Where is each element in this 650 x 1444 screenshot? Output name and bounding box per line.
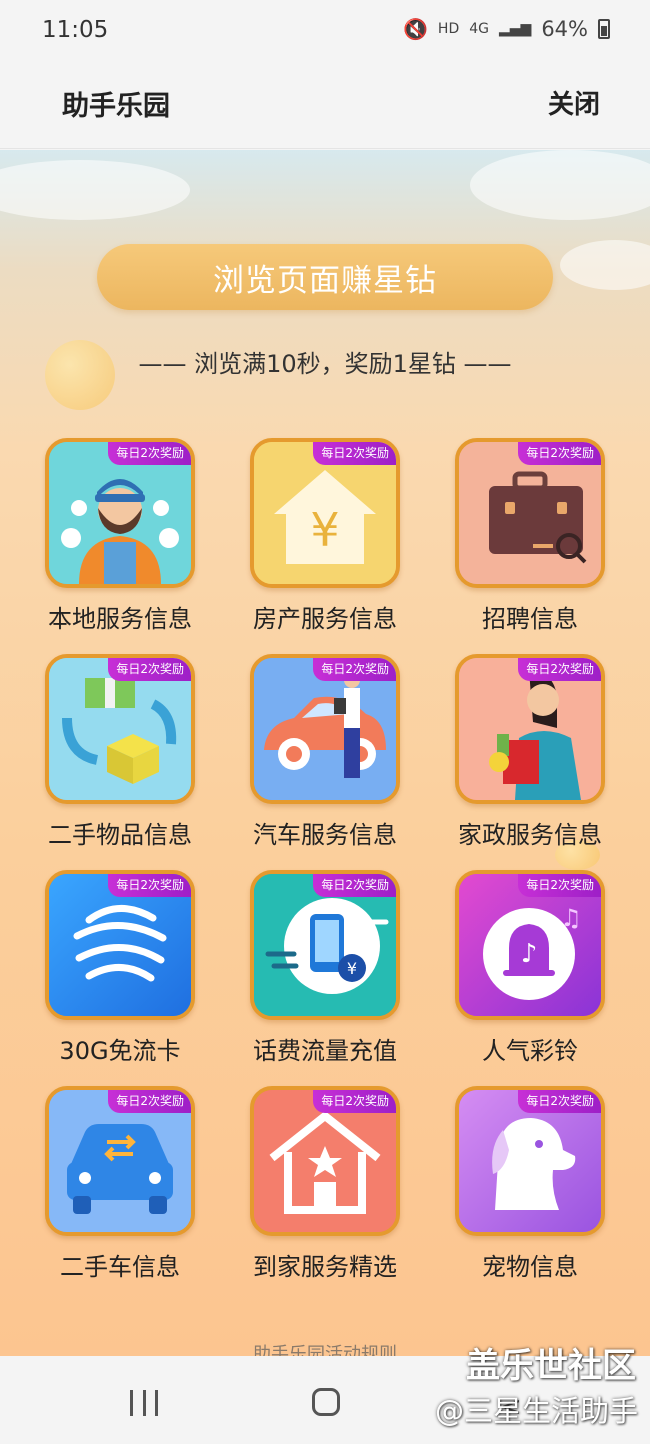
daily-reward-badge: 每日2次奖励: [518, 1090, 601, 1113]
tile-car-service[interactable]: 每日2次奖励 汽车服务信息: [225, 652, 430, 868]
tile-label: 30G免流卡: [59, 1037, 181, 1065]
status-time: 11:05: [42, 17, 109, 43]
tile-icon-frame: 每日2次奖励: [45, 438, 195, 588]
tile-label: 到家服务精选: [253, 1253, 397, 1281]
tile-home-service[interactable]: 每日2次奖励 到家服务精选: [225, 1084, 430, 1300]
reward-subtitle: —— 浏览满10秒，奖励1星钻 ——: [138, 350, 512, 378]
tile-real-estate[interactable]: ¥ 每日2次奖励 房产服务信息: [225, 436, 430, 652]
daily-reward-badge: 每日2次奖励: [108, 874, 191, 897]
cloud-decoration: [560, 240, 650, 290]
daily-reward-badge: 每日2次奖励: [108, 442, 191, 465]
tile-icon-frame: 每日2次奖励: [45, 870, 195, 1020]
network-4g-indicator: 4G: [469, 21, 489, 37]
signal-icon: ▂▄▆: [499, 21, 532, 37]
service-grid: 每日2次奖励 本地服务信息 ¥ 每日2次奖励 房产服务信息 每日2次奖励 招聘信…: [20, 436, 635, 1300]
tile-local-service[interactable]: 每日2次奖励 本地服务信息: [20, 436, 225, 652]
main-content: 浏览页面赚星钻 —— 浏览满10秒，奖励1星钻 —— 每日2次奖励 本地服务信息…: [0, 150, 650, 1356]
recent-apps-button[interactable]: [130, 1390, 158, 1416]
status-bar: 11:05 🔇 HD 4G ▂▄▆ 64%: [0, 0, 650, 62]
daily-reward-badge: 每日2次奖励: [518, 442, 601, 465]
tile-label: 二手车信息: [60, 1253, 180, 1281]
earn-stars-banner[interactable]: 浏览页面赚星钻: [97, 244, 553, 310]
tile-label: 家政服务信息: [458, 821, 602, 849]
app-header: 助手乐园 关闭: [0, 62, 650, 149]
tile-ringtone[interactable]: ♪ ♫ 每日2次奖励 人气彩铃: [430, 868, 635, 1084]
svg-text:¥: ¥: [347, 959, 357, 978]
daily-reward-badge: 每日2次奖励: [313, 442, 396, 465]
svg-text:¥: ¥: [310, 503, 339, 557]
daily-reward-badge: 每日2次奖励: [108, 658, 191, 681]
tile-icon-frame: 每日2次奖励: [45, 1086, 195, 1236]
daily-reward-badge: 每日2次奖励: [518, 658, 601, 681]
daily-reward-badge: 每日2次奖励: [108, 1090, 191, 1113]
tile-label: 汽车服务信息: [253, 821, 397, 849]
watermark-account: @三星生活助手: [434, 1394, 638, 1428]
tile-label: 房产服务信息: [253, 605, 397, 633]
tile-icon-frame: 每日2次奖励: [250, 1086, 400, 1236]
daily-reward-badge: 每日2次奖励: [313, 874, 396, 897]
tile-pet[interactable]: 每日2次奖励 宠物信息: [430, 1084, 635, 1300]
tile-label: 话费流量充值: [253, 1037, 397, 1065]
cloud-decoration: [470, 150, 650, 220]
tile-label: 招聘信息: [482, 605, 578, 633]
home-button[interactable]: [312, 1388, 340, 1416]
tile-icon-frame: 每日2次奖励: [250, 654, 400, 804]
battery-icon: [598, 19, 610, 39]
tile-icon-frame: ¥ 每日2次奖励: [250, 870, 400, 1020]
tile-phone-recharge[interactable]: ¥ 每日2次奖励 话费流量充值: [225, 868, 430, 1084]
daily-reward-badge: 每日2次奖励: [518, 874, 601, 897]
page-title: 助手乐园: [62, 91, 170, 122]
cloud-decoration: [0, 160, 190, 220]
daily-reward-badge: 每日2次奖励: [313, 658, 396, 681]
tile-label: 二手物品信息: [48, 821, 192, 849]
tile-data-card[interactable]: 每日2次奖励 30G免流卡: [20, 868, 225, 1084]
tile-icon-frame: 每日2次奖励: [455, 438, 605, 588]
tile-label: 宠物信息: [482, 1253, 578, 1281]
tile-icon-frame: 每日2次奖励: [455, 1086, 605, 1236]
tile-icon-frame: ¥ 每日2次奖励: [250, 438, 400, 588]
tile-label: 人气彩铃: [482, 1037, 578, 1065]
watermark-community: 盖乐世社区: [466, 1346, 636, 1386]
mute-icon: 🔇: [403, 17, 428, 41]
tile-used-car[interactable]: 每日2次奖励 二手车信息: [20, 1084, 225, 1300]
tile-icon-frame: ♪ ♫ 每日2次奖励: [455, 870, 605, 1020]
tile-icon-frame: 每日2次奖励: [455, 654, 605, 804]
svg-text:♪: ♪: [521, 939, 538, 969]
tile-secondhand-items[interactable]: 每日2次奖励 二手物品信息: [20, 652, 225, 868]
svg-text:♫: ♫: [560, 904, 582, 932]
tile-icon-frame: 每日2次奖励: [45, 654, 195, 804]
status-icons: 🔇 HD 4G ▂▄▆ 64%: [403, 17, 610, 41]
hd-indicator: HD: [437, 21, 460, 37]
battery-percent: 64%: [541, 17, 588, 41]
tile-recruitment[interactable]: 每日2次奖励 招聘信息: [430, 436, 635, 652]
tile-label: 本地服务信息: [48, 605, 192, 633]
tile-housekeeping[interactable]: 每日2次奖励 家政服务信息: [430, 652, 635, 868]
close-button[interactable]: 关闭: [548, 84, 600, 121]
daily-reward-badge: 每日2次奖励: [313, 1090, 396, 1113]
